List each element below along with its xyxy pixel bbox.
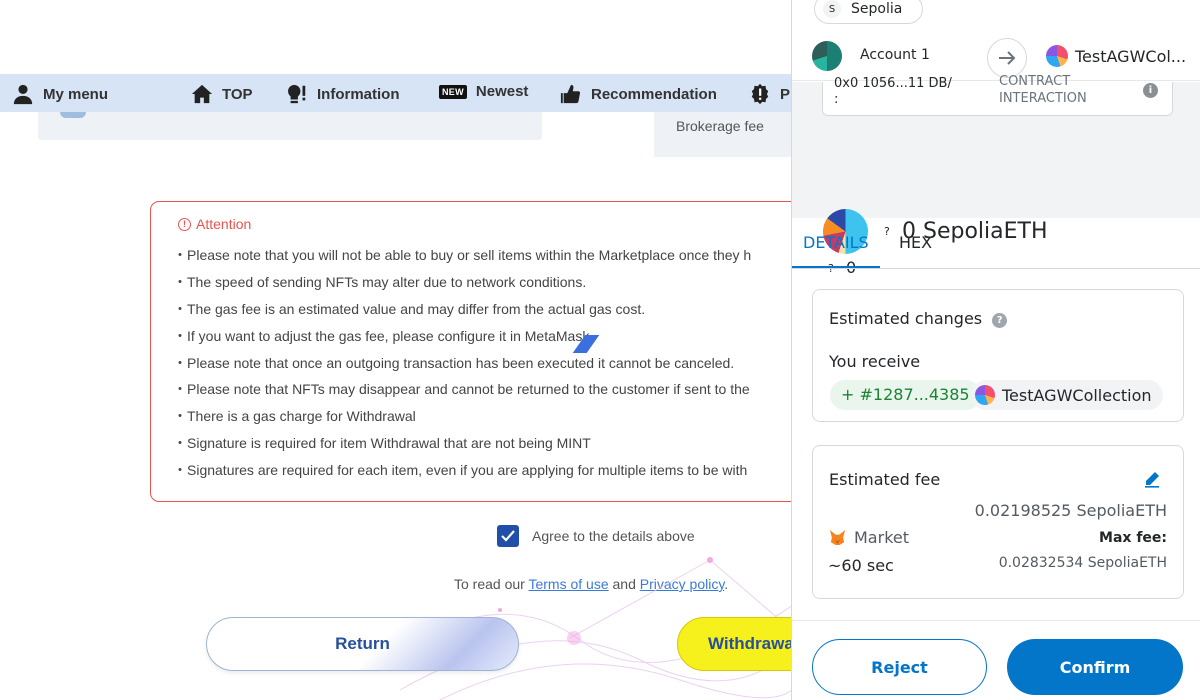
collection-icon <box>975 385 995 405</box>
info-icon[interactable]: i <box>1143 83 1158 98</box>
contract-interaction-box: 0x0 1056...11 DB/: CONTRACT INTERACTION … <box>822 74 1173 116</box>
metamask-confirmation-popup: S Sepolia Account 1 TestAGWCol... ? 0 Se… <box>791 0 1200 700</box>
contract-name-text: TestAGWCol... <box>1075 46 1187 66</box>
nav-my-menu[interactable]: My menu <box>12 83 108 105</box>
tab-details[interactable]: DETAILS <box>803 233 869 252</box>
nav-label: TOP <box>222 85 253 103</box>
estimated-fee-title: Estimated fee <box>829 470 941 489</box>
account-avatar <box>812 41 842 71</box>
network-initial-icon: S <box>823 0 841 18</box>
bulb-exclamation-icon <box>288 84 306 104</box>
nav-information[interactable]: Information <box>286 83 400 105</box>
new-badge-icon: NEW <box>439 84 467 99</box>
details-tabs: DETAILS HEX <box>792 218 1200 269</box>
nav-partial[interactable]: P <box>749 83 790 105</box>
reject-button[interactable]: Reject <box>812 639 987 695</box>
nav-label: Information <box>317 85 400 103</box>
attention-list: Please note that you will not be able to… <box>181 246 751 488</box>
fox-icon <box>829 529 846 546</box>
you-receive-label: You receive <box>829 352 921 371</box>
token-id-chip: + #1287...4385 <box>830 380 981 410</box>
recipient-contract[interactable]: TestAGWCol... <box>1046 45 1186 67</box>
attention-title-text: Attention <box>196 216 252 232</box>
estimated-changes-title-text: Estimated changes <box>829 309 983 328</box>
estimated-changes-panel: Estimated changes? You receive + #1287..… <box>812 289 1184 422</box>
help-icon[interactable]: ? <box>992 313 1008 328</box>
card-decoration <box>60 112 86 118</box>
estimated-time: ~60 sec <box>828 556 894 575</box>
max-fee-value: 0.02832534 SepoliaETH <box>998 555 1167 571</box>
attention-title: ! Attention <box>178 216 251 232</box>
brokerage-card: Brokerage fee <box>654 112 794 157</box>
nav-label: My menu <box>43 85 109 103</box>
nav-top[interactable]: TOP <box>191 83 253 105</box>
nav-label: Newest <box>475 83 529 100</box>
alert-circle-icon: ! <box>178 217 191 231</box>
attention-item: If you want to adjust the gas fee, pleas… <box>181 327 751 354</box>
home-icon <box>191 84 213 104</box>
account-row: Account 1 TestAGWCol... <box>792 33 1200 81</box>
nav-label: P <box>780 85 791 103</box>
contract-type-top: CONTRACT <box>999 74 1071 89</box>
thumbs-up-icon <box>560 84 581 104</box>
estimated-fee-value: 0.02198525 SepoliaETH <box>974 501 1167 520</box>
return-button[interactable]: Return <box>206 617 519 671</box>
nav-recommendation[interactable]: Recommendation <box>560 83 717 105</box>
network-name: Sepolia <box>851 1 903 17</box>
estimated-changes-title: Estimated changes? <box>829 309 1008 328</box>
attention-item: The gas fee is an estimated value and ma… <box>181 300 751 327</box>
collection-icon <box>1046 45 1068 67</box>
attention-item: There is a gas charge for Withdrawal <box>181 407 751 434</box>
nav-newest[interactable]: NEW Newest <box>439 83 528 100</box>
attention-item: Signatures are required for each item, e… <box>181 461 751 488</box>
nav-label: Recommendation <box>591 85 717 103</box>
arrow-right-icon <box>987 38 1027 78</box>
attention-item: The speed of sending NFTs may alter due … <box>181 273 751 300</box>
contract-address[interactable]: 0x0 1056...11 DB/: <box>834 76 952 108</box>
top-navbar: My menu TOP Information NEW Newest Recom… <box>0 74 800 112</box>
max-fee-label: Max fee: <box>1099 530 1167 546</box>
confirm-button[interactable]: Confirm <box>1007 639 1183 695</box>
active-tab-indicator <box>792 266 880 268</box>
person-icon <box>13 84 33 105</box>
collection-name: TestAGWCollection <box>1002 385 1152 405</box>
attention-item: Please note that once an outgoing transa… <box>181 354 751 381</box>
edit-pencil-icon[interactable] <box>1143 470 1161 488</box>
contract-address-suffix: : <box>834 92 839 107</box>
tab-hex[interactable]: HEX <box>899 233 932 252</box>
attention-item: Please note that NFTs may disappear and … <box>181 380 751 407</box>
gear-exclamation-icon <box>751 83 769 105</box>
brokerage-fee-label: Brokerage fee <box>676 118 764 134</box>
info-card <box>38 112 542 140</box>
action-footer: Reject Confirm <box>792 620 1200 700</box>
account-name[interactable]: Account 1 <box>860 47 930 63</box>
estimated-fee-panel: Estimated fee 0.02198525 SepoliaETH Mark… <box>812 445 1184 599</box>
contract-address-text: 0x0 1056...11 DB/ <box>834 76 952 91</box>
gas-speed-label: Market <box>854 528 909 547</box>
contract-type: INTERACTION <box>999 91 1087 106</box>
attention-item: Please note that you will not be able to… <box>181 246 751 273</box>
attention-box: ! Attention Please note that you will no… <box>150 201 830 502</box>
collection-chip[interactable]: TestAGWCollection <box>971 380 1163 410</box>
attention-item: Signature is required for item Withdrawa… <box>181 434 751 461</box>
network-selector[interactable]: S Sepolia <box>814 0 924 24</box>
gas-speed[interactable]: Market <box>829 528 909 547</box>
